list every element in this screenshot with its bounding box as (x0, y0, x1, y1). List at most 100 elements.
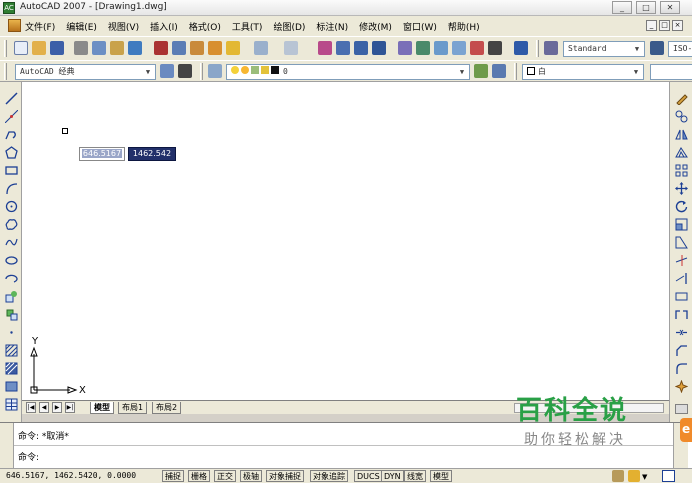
toolbar-grip[interactable] (4, 63, 7, 80)
offset-icon[interactable] (675, 146, 688, 159)
tab-last-button[interactable]: ▶| (65, 402, 75, 413)
minimize-button[interactable]: _ (612, 1, 632, 14)
autocad-app-icon[interactable]: AC (3, 2, 15, 14)
tool-palettes-icon[interactable] (434, 41, 448, 55)
menu-item-10[interactable]: 帮助(H) (448, 20, 480, 33)
menu-item-5[interactable]: 工具(T) (232, 20, 263, 33)
menu-item-3[interactable]: 插入(I) (150, 20, 178, 33)
menu-item-9[interactable]: 窗口(W) (403, 20, 437, 33)
doc-close-button[interactable]: × (672, 20, 683, 31)
cut-icon[interactable] (154, 41, 168, 55)
move-icon[interactable] (675, 182, 688, 195)
block-editor-icon[interactable] (226, 41, 240, 55)
line-icon[interactable] (5, 92, 18, 105)
mirror-icon[interactable] (675, 128, 688, 141)
layer-select[interactable]: 0 ▼ (226, 64, 470, 80)
plot-icon[interactable] (128, 41, 142, 55)
tab-layout1[interactable]: 布局1 (118, 402, 148, 414)
ortho-toggle[interactable]: 正交 (214, 470, 236, 482)
maximize-button[interactable]: □ (636, 1, 656, 14)
properties-icon[interactable] (398, 41, 412, 55)
tab-next-button[interactable]: ▶ (52, 402, 62, 413)
otrack-toggle[interactable]: 对象追踪 (310, 470, 348, 482)
save-icon[interactable] (50, 41, 64, 55)
zoom-previous-icon[interactable] (372, 41, 386, 55)
pan-icon[interactable] (318, 41, 332, 55)
workspace-settings-icon[interactable] (160, 64, 174, 78)
polyline-icon[interactable] (5, 128, 18, 141)
chamfer-icon[interactable] (675, 344, 688, 357)
workspace-select[interactable]: AutoCAD 经典 ▼ (15, 64, 156, 80)
dim-style-select[interactable]: ISO- (668, 41, 692, 57)
redo-icon[interactable] (284, 41, 298, 55)
rotate-icon[interactable] (675, 200, 688, 213)
calculator-icon[interactable] (488, 41, 502, 55)
drawing-canvas[interactable]: Y X (22, 82, 669, 400)
revision-cloud-icon[interactable] (5, 218, 18, 231)
extend-icon[interactable] (675, 272, 688, 285)
fillet-icon[interactable] (675, 362, 688, 375)
explode-icon[interactable] (675, 380, 688, 393)
menu-item-8[interactable]: 修改(M) (359, 20, 392, 33)
trim-icon[interactable] (675, 254, 688, 267)
break-icon[interactable] (675, 308, 688, 321)
command-prompt[interactable]: 命令: (18, 450, 39, 463)
match-properties-icon[interactable] (208, 41, 222, 55)
spline-icon[interactable] (5, 236, 18, 249)
doc-restore-button[interactable]: □ (659, 20, 670, 31)
clean-screen-icon[interactable] (662, 470, 675, 482)
polygon-icon[interactable] (5, 146, 18, 159)
copy-object-icon[interactable] (675, 110, 688, 123)
polar-toggle[interactable]: 极轴 (240, 470, 262, 482)
command-window-grip[interactable] (0, 423, 14, 469)
scale-icon[interactable] (675, 218, 688, 231)
menu-item-1[interactable]: 编辑(E) (66, 20, 97, 33)
menu-item-0[interactable]: 文件(F) (25, 20, 55, 33)
toolbar-grip[interactable] (4, 40, 7, 57)
document-icon[interactable] (8, 19, 21, 32)
menu-item-4[interactable]: 格式(O) (189, 20, 221, 33)
workspace-save-icon[interactable] (178, 64, 192, 78)
new-icon[interactable] (14, 41, 28, 55)
rectangle-icon[interactable] (5, 164, 18, 177)
lineweight-toggle[interactable]: 线宽 (404, 470, 426, 482)
design-center-icon[interactable] (416, 41, 430, 55)
toolbar-grip[interactable] (536, 40, 539, 57)
open-icon[interactable] (32, 41, 46, 55)
ducs-toggle[interactable]: DUCS (354, 470, 383, 482)
coordinates-readout[interactable]: 646.5167, 1462.5420, 0.0000 (6, 471, 136, 480)
hatch-icon[interactable] (5, 344, 18, 357)
region-icon[interactable] (5, 380, 18, 393)
ellipse-arc-icon[interactable] (5, 272, 18, 285)
osnap-toggle[interactable]: 对象捕捉 (266, 470, 304, 482)
dynamic-input-y[interactable]: 1462.542 (128, 147, 176, 161)
circle-icon[interactable] (5, 200, 18, 213)
close-button[interactable]: ✕ (660, 1, 680, 14)
paste-icon[interactable] (190, 41, 204, 55)
zoom-realtime-icon[interactable] (336, 41, 350, 55)
publish-icon[interactable] (110, 41, 124, 55)
array-icon[interactable] (675, 164, 688, 177)
construction-line-icon[interactable] (5, 110, 18, 123)
toolbar-grip[interactable] (514, 63, 517, 80)
text-style-select[interactable]: Standard ▼ (563, 41, 645, 57)
insert-block-icon[interactable] (5, 290, 18, 303)
preview-icon[interactable] (92, 41, 106, 55)
dynamic-input-x[interactable]: 646.5167 (79, 147, 125, 161)
gradient-icon[interactable] (5, 362, 18, 375)
copy-icon[interactable] (172, 41, 186, 55)
dyn-toggle[interactable]: DYN (381, 470, 404, 482)
lock-icon[interactable] (628, 470, 640, 482)
model-toggle[interactable]: 模型 (430, 470, 452, 482)
join-icon[interactable] (675, 326, 688, 339)
make-current-layer-icon[interactable] (474, 64, 488, 78)
menu-item-2[interactable]: 视图(V) (108, 20, 139, 33)
comm-center-icon[interactable] (612, 470, 624, 482)
layer-previous-icon[interactable] (492, 64, 506, 78)
point-icon[interactable] (5, 326, 18, 339)
print-icon[interactable] (74, 41, 88, 55)
markup-icon[interactable] (470, 41, 484, 55)
tab-layout2[interactable]: 布局2 (152, 402, 182, 414)
menu-item-6[interactable]: 绘图(D) (273, 20, 305, 33)
table-icon[interactable] (5, 398, 18, 411)
